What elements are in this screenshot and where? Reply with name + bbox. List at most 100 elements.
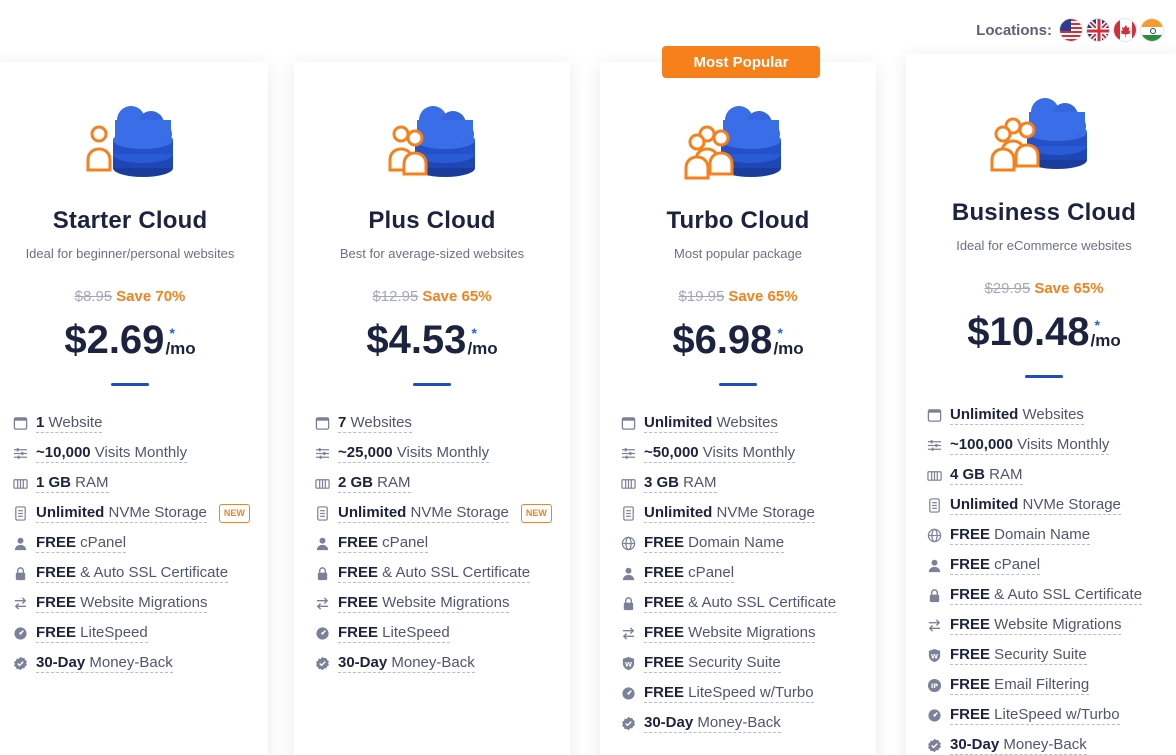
arrows-icon [620,625,636,641]
plan-card-starter[interactable]: Starter Cloud Ideal for beginner/personal… [0,62,268,755]
feature-tooltip-trigger[interactable]: Unlimited NVMe Storage [950,496,1121,515]
window-icon [12,415,28,431]
feature-tooltip-trigger[interactable]: FREE cPanel [36,533,127,553]
feature-text: Money-Back [387,653,475,671]
price-asterisk[interactable]: * [1095,318,1100,332]
new-tag: NEW [520,503,552,523]
feature-tooltip-trigger[interactable]: Unlimited NVMe Storage [36,504,207,523]
feature-item: FREE Website Migrations [620,618,870,648]
feature-tooltip-trigger[interactable]: FREE Security Suite [950,646,1087,665]
feature-tooltip-trigger[interactable]: ~25,000 Visits Monthly [338,443,490,463]
feature-text: Visits Monthly [392,443,490,461]
feature-tooltip-trigger[interactable]: FREE LiteSpeed w/Turbo [644,684,814,703]
feature-tooltip-trigger[interactable]: 30-Day Money-Back [36,654,173,673]
india-flag-icon[interactable] [1140,18,1164,42]
arrows-icon [314,595,330,611]
feature-tooltip-trigger[interactable]: FREE Security Suite [644,654,781,673]
feature-tooltip-trigger[interactable]: FREE & Auto SSL Certificate [950,586,1143,605]
storage-icon [926,497,942,513]
feature-tooltip-trigger[interactable]: FREE cPanel [338,533,429,553]
feature-tooltip-trigger[interactable]: FREE Domain Name [644,534,785,553]
cloud-people-illustration-icon [989,90,1099,180]
feature-highlight: FREE [644,653,685,671]
feature-text: LiteSpeed w/Turbo [990,705,1120,723]
plan-card-plus[interactable]: Plus Cloud Best for average-sized website… [294,62,570,755]
user-icon [314,535,330,551]
feature-tooltip-trigger[interactable]: Unlimited NVMe Storage [644,504,815,523]
feature-highlight: FREE [338,563,379,581]
feature-text: Visits Monthly [90,443,188,461]
feature-tooltip-trigger[interactable]: FREE Email Filtering [950,676,1090,695]
feature-item: FREE & Auto SSL Certificate [12,558,262,588]
feature-text: cPanel [76,533,127,551]
feature-tooltip-trigger[interactable]: FREE Website Migrations [950,616,1122,635]
user-icon [620,565,636,581]
feature-tooltip-trigger[interactable]: Unlimited Websites [950,406,1084,425]
feature-item: FREE Website Migrations [314,588,564,618]
feature-tooltip-trigger[interactable]: FREE cPanel [950,556,1041,575]
speed-icon [926,707,942,723]
plan-card-business[interactable]: Business Cloud Ideal for eCommerce websit… [906,54,1176,755]
sliders-icon [314,445,330,461]
sliders-icon [12,445,28,461]
feature-tooltip-trigger[interactable]: FREE & Auto SSL Certificate [338,563,531,583]
price-asterisk[interactable]: * [777,326,782,340]
feature-tooltip-trigger[interactable]: FREE Website Migrations [338,593,510,613]
price-amount: $6.98 [672,318,773,362]
feature-tooltip-trigger[interactable]: 1 GB RAM [36,474,109,493]
feature-tooltip-trigger[interactable]: 2 GB RAM [338,474,411,493]
feature-text: NVMe Storage [712,503,815,521]
canada-flag-icon[interactable] [1113,18,1137,42]
feature-tooltip-trigger[interactable]: 30-Day Money-Back [338,654,475,673]
feature-tooltip-trigger[interactable]: 7 Websites [338,414,412,433]
lock-icon [314,565,330,581]
badge-check-icon [314,655,330,671]
feature-tooltip-trigger[interactable]: 30-Day Money-Back [644,714,781,733]
feature-tooltip-trigger[interactable]: FREE & Auto SSL Certificate [36,564,229,583]
badge-check-icon [12,655,28,671]
feature-tooltip-trigger[interactable]: FREE Website Migrations [36,594,208,613]
us-flag-icon[interactable] [1059,18,1083,42]
current-price: $10.48 */mo [906,312,1176,352]
feature-item: FREE Website Migrations [12,588,262,618]
save-percent: Save 70% [116,288,186,305]
feature-tooltip-trigger[interactable]: FREE & Auto SSL Certificate [644,594,837,613]
feature-tooltip-trigger[interactable]: 30-Day Money-Back [950,736,1087,755]
feature-tooltip-trigger[interactable]: ~50,000 Visits Monthly [644,444,796,463]
feature-highlight: ~10,000 [36,443,91,461]
feature-highlight: FREE [36,533,77,551]
feature-highlight: FREE [338,533,379,551]
feature-item: 30-Day Money-Back [314,648,564,678]
feature-tooltip-trigger[interactable]: Unlimited NVMe Storage [338,504,509,523]
feature-tooltip-trigger[interactable]: Unlimited Websites [644,414,778,433]
feature-tooltip-trigger[interactable]: FREE LiteSpeed [36,624,148,643]
feature-tooltip-trigger[interactable]: FREE LiteSpeed [338,624,450,643]
feature-tooltip-trigger[interactable]: FREE cPanel [644,564,735,583]
feature-tooltip-trigger[interactable]: FREE Website Migrations [644,624,816,643]
feature-tooltip-trigger[interactable]: FREE Domain Name [950,526,1091,545]
locations-bar: Locations: [976,18,1164,42]
feature-item: 3 GB RAM [620,468,870,498]
save-percent: Save 65% [422,288,492,305]
uk-flag-icon[interactable] [1086,18,1110,42]
feature-text: Websites [712,413,778,431]
feature-list: Unlimited Websites ~50,000 Visits Monthly… [620,408,870,738]
shield-icon: W [926,647,942,663]
feature-tooltip-trigger[interactable]: ~10,000 Visits Monthly [36,443,188,463]
feature-tooltip-trigger[interactable]: ~100,000 Visits Monthly [950,436,1110,455]
feature-text: Website Migrations [378,593,510,611]
feature-text: LiteSpeed w/Turbo [684,683,814,701]
plan-description: Ideal for eCommerce websites [956,238,1132,253]
feature-tooltip-trigger[interactable]: 1 Website [36,414,103,433]
price-asterisk[interactable]: * [169,326,174,340]
price-asterisk[interactable]: * [471,326,476,340]
feature-text: cPanel [378,533,429,551]
plan-card-turbo[interactable]: Turbo Cloud Most popular package $19.95 Sav… [600,62,876,755]
feature-highlight: Unlimited [338,503,407,521]
feature-tooltip-trigger[interactable]: FREE LiteSpeed w/Turbo [950,706,1120,725]
feature-tooltip-trigger[interactable]: 3 GB RAM [644,474,717,493]
current-price: $4.53 */mo [294,320,570,360]
feature-item: ~50,000 Visits Monthly [620,438,870,468]
feature-tooltip-trigger[interactable]: 4 GB RAM [950,466,1023,485]
old-price: $8.95 [74,288,113,305]
